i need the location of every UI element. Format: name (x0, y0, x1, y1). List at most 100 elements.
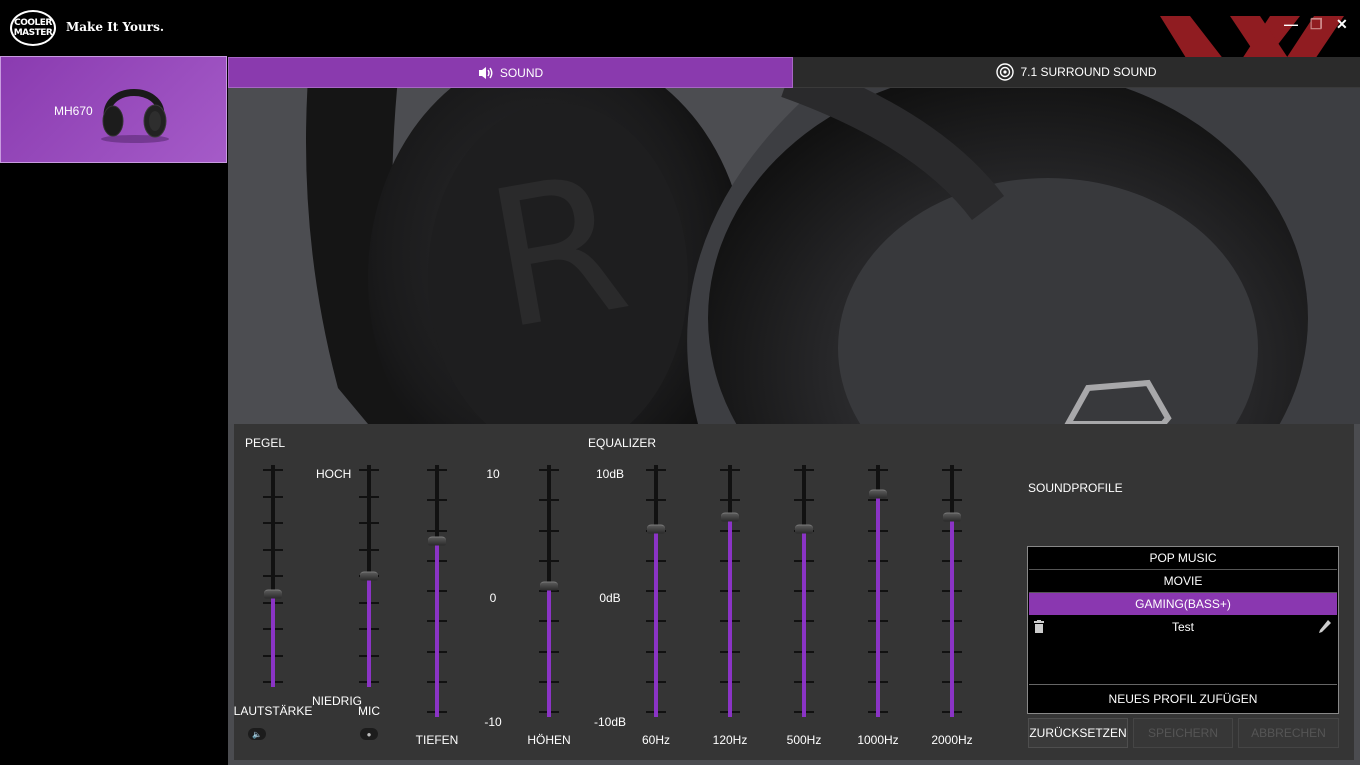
slider-fill (435, 540, 439, 717)
slider-tick (794, 499, 814, 502)
slider-tick (868, 469, 888, 471)
save-button[interactable]: SPEICHERN (1133, 718, 1233, 748)
slider-thumb[interactable] (647, 524, 665, 534)
eq-scale-mid: 0dB (599, 591, 621, 605)
tab-sound[interactable]: SOUND (228, 57, 793, 88)
equalizer-title: EQUALIZER (588, 436, 657, 450)
slider-tick (263, 495, 283, 498)
slider-thumb[interactable] (540, 581, 558, 591)
logo-text-top: COOLER (14, 18, 52, 28)
eq-500hz-label: 500Hz (786, 733, 822, 747)
slider-tick (942, 469, 962, 471)
device-card-mh670[interactable]: MH670 (0, 56, 227, 163)
add-profile-button[interactable]: NEUES PROFIL ZUFÜGEN (1029, 684, 1337, 713)
profile-item-test[interactable]: Test (1029, 616, 1337, 638)
slider-thumb[interactable] (869, 489, 887, 499)
slider-tick (427, 499, 447, 502)
tiefen-label: TIEFEN (415, 733, 459, 747)
slider-tick (646, 469, 666, 471)
slider-tick (263, 548, 283, 551)
slider-tick (359, 522, 379, 524)
profile-label: POP MUSIC (1149, 551, 1217, 565)
slider-tick (359, 469, 379, 471)
slider-tick (427, 529, 447, 532)
slider-thumb[interactable] (795, 524, 813, 534)
reset-button[interactable]: ZURÜCKSETZEN (1028, 718, 1128, 748)
soundprofile-title: SOUNDPROFILE (1028, 481, 1123, 495)
slider-eq-1000hz[interactable] (868, 465, 888, 717)
eq-1000hz-label: 1000Hz (857, 733, 899, 747)
profile-item-movie[interactable]: MOVIE (1029, 570, 1337, 592)
profile-item-pop-music[interactable]: POP MUSIC (1029, 547, 1337, 569)
cancel-button[interactable]: ABBRECHEN (1238, 718, 1339, 748)
profile-label: MOVIE (1163, 574, 1203, 588)
slider-fill (547, 585, 551, 717)
slider-thumb[interactable] (721, 512, 739, 522)
panel-frame-bottom (228, 760, 1360, 765)
profile-item-gaming-bass[interactable]: GAMING(BASS+) (1029, 593, 1337, 615)
panel-frame-right (1354, 424, 1360, 765)
slider-tick (539, 559, 559, 562)
slider-tiefen[interactable] (427, 465, 447, 717)
profile-label: GAMING(BASS+) (1135, 597, 1231, 611)
slider-tick (359, 495, 379, 498)
slider-fill (367, 576, 371, 687)
cooler-master-logo: COOLER MASTER (10, 10, 56, 46)
title-bar: COOLER MASTER Make It Yours. — ❐ ✕ (0, 0, 1360, 142)
slider-thumb[interactable] (943, 512, 961, 522)
profile-list: POP MUSIC MOVIE GAMING(BASS+) Test NEUES… (1027, 546, 1339, 714)
tagline: Make It Yours. (66, 20, 165, 34)
slider-lautstaerke[interactable] (263, 465, 283, 687)
profile-label: Test (1171, 620, 1194, 634)
hoehen-label: HÖHEN (527, 733, 571, 747)
tone-scale-top: 10 (486, 467, 500, 481)
slider-tick (720, 499, 740, 502)
slider-thumb[interactable] (264, 589, 282, 599)
edit-pencil-icon[interactable] (1319, 620, 1331, 633)
slider-tick (263, 522, 283, 524)
slider-tick (720, 469, 740, 471)
slider-fill (876, 493, 880, 717)
close-button[interactable]: ✕ (1336, 16, 1348, 33)
slider-tick (942, 499, 962, 502)
slider-mic[interactable] (359, 465, 379, 687)
logo-text-bottom: MASTER (13, 28, 53, 38)
slider-tick (539, 529, 559, 532)
slider-tick (263, 575, 283, 577)
pegel-title: PEGEL (245, 436, 286, 450)
slider-tick (539, 499, 559, 502)
minimize-button[interactable]: — (1284, 16, 1298, 32)
slider-hoehen[interactable] (539, 465, 559, 717)
surround-sound-icon (996, 63, 1015, 81)
tab-surround-sound[interactable]: 7.1 SURROUND SOUND (793, 57, 1360, 88)
eq-scale-bottom: -10dB (593, 715, 627, 729)
slider-tick (646, 499, 666, 502)
eq-scale-top: 10dB (595, 467, 625, 481)
slider-tick (427, 469, 447, 471)
trash-icon[interactable] (1034, 620, 1044, 633)
slider-fill (271, 593, 275, 687)
tab-sound-label: SOUND (499, 65, 544, 80)
tab-surround-label: 7.1 SURROUND SOUND (1020, 65, 1157, 79)
eq-2000hz-label: 2000Hz (931, 733, 973, 747)
maximize-button[interactable]: ❐ (1310, 16, 1323, 33)
mic-low-label: NIEDRIG (312, 694, 363, 708)
eq-60hz-label: 60Hz (641, 733, 671, 747)
device-name: MH670 (54, 104, 93, 118)
slider-fill (728, 516, 732, 717)
slider-eq-500hz[interactable] (794, 465, 814, 717)
slider-eq-2000hz[interactable] (942, 465, 962, 717)
slider-thumb[interactable] (428, 536, 446, 546)
slider-tick (794, 469, 814, 471)
tone-scale-bottom: -10 (484, 715, 502, 729)
sidebar: MH670 (0, 56, 228, 765)
mic-high-label: HOCH (316, 467, 352, 481)
slider-eq-60hz[interactable] (646, 465, 666, 717)
slider-eq-120hz[interactable] (720, 465, 740, 717)
slider-thumb[interactable] (360, 571, 378, 581)
mic-label: MIC (358, 704, 380, 718)
add-profile-label: NEUES PROFIL ZUFÜGEN (1108, 692, 1258, 706)
headset-icon (101, 89, 169, 143)
slider-fill (654, 529, 658, 717)
headset-closeup-image: R (228, 88, 1360, 424)
